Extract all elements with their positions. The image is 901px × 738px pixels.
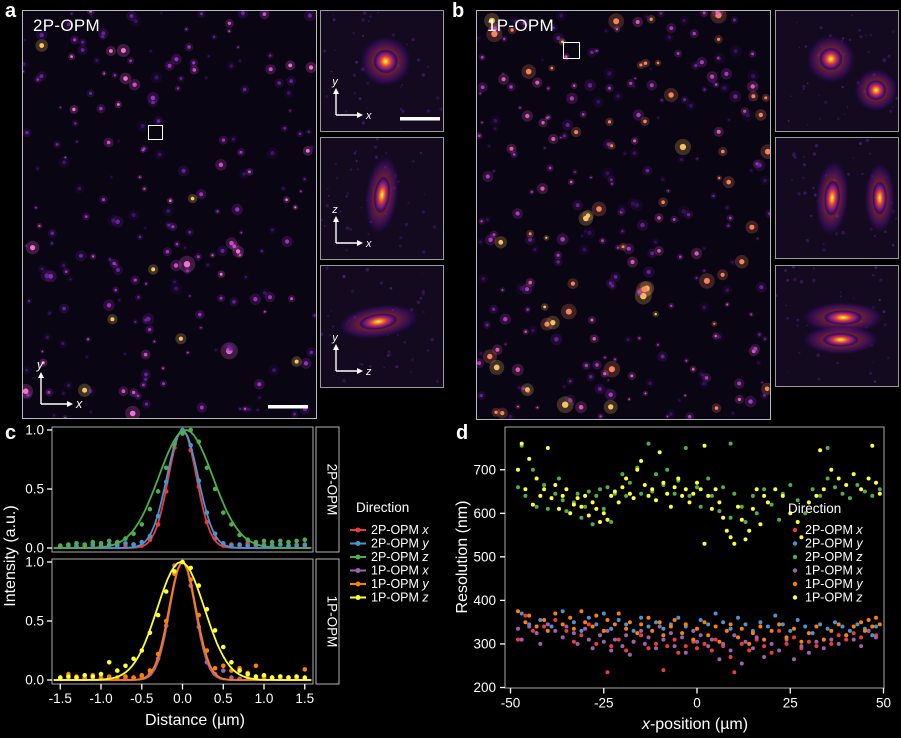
y-tick-label: 400	[473, 593, 496, 608]
y-tick-label: 0.5	[25, 614, 44, 629]
y-tick-label: 1.0	[25, 423, 44, 438]
x-tick-label: 0.0	[173, 691, 192, 706]
y-tick-label: 0.0	[25, 541, 44, 556]
y-tick-label: 500	[473, 549, 496, 564]
x-tick-label: -1.0	[89, 691, 112, 706]
legend-entry-label: 1P-OPM y	[371, 577, 429, 591]
beads-a	[23, 11, 316, 418]
x-tick-label: 25	[783, 696, 798, 711]
facet-label: 1P-OPM	[325, 596, 340, 648]
y-tick-label: 1.0	[25, 555, 44, 570]
panel-a-inset-xz: zx	[320, 137, 444, 260]
y-axis-title: Intensity (a.u.)	[2, 505, 19, 606]
series-1p-opm-y	[54, 560, 312, 680]
y-axis-title: Resolution (nm)	[455, 501, 471, 614]
bead-field-b	[477, 11, 770, 419]
panel-a-roi-box	[148, 125, 163, 140]
x-tick-label: 50	[876, 696, 891, 711]
panel-a-image: yx 2P-OPM	[22, 10, 317, 419]
y-tick-label: 0.5	[25, 482, 44, 497]
x-axis-title: Distance (µm)	[145, 712, 245, 729]
svg-text:x: x	[365, 238, 372, 250]
psf-blob	[802, 325, 879, 354]
x-tick-label: 0	[693, 696, 701, 711]
series-1p-opm-z	[54, 560, 312, 680]
panel-a-inset-xy: yx	[320, 10, 444, 132]
legend-entry-label: 2P-OPM z	[371, 550, 429, 564]
svg-text:y: y	[36, 358, 44, 372]
y-tick-label: 0.0	[25, 673, 44, 688]
psf-blob	[813, 159, 851, 237]
panel-a-letter: a	[5, 1, 16, 21]
legend-entry-label: 2P-OPM z	[805, 550, 863, 564]
panel-d-chart: 200 300 400 500 600 700 -50 -25 0 25 50 x-position …	[455, 420, 901, 738]
panel-b-inset-yz	[775, 265, 899, 387]
panel-a-title: 2P-OPM	[33, 16, 100, 36]
scale-bar	[268, 405, 308, 409]
beads-b	[477, 11, 770, 419]
figure-canvas: a yx 2P-OPM yx zx yz b 1P-OPM c 2P-OPM0.…	[0, 0, 901, 738]
svg-text:x: x	[75, 397, 83, 411]
svg-text:y: y	[331, 76, 339, 88]
panel-a-inset-yz: yz	[320, 265, 444, 388]
panel-b-roi-box	[563, 42, 580, 59]
panel-b-inset-xy	[775, 10, 899, 132]
y-tick-label: 200	[473, 680, 496, 695]
legend-entry-label: 1P-OPM z	[805, 591, 863, 605]
axis-arrows: yx	[331, 76, 372, 122]
x-tick-label: -1.5	[49, 691, 72, 706]
series-2p-opm-y	[54, 428, 312, 549]
series-2p-opm-x	[54, 431, 312, 549]
legend-title: Direction	[788, 501, 841, 516]
svg-text:y: y	[331, 332, 339, 344]
legend: Direction2P-OPM x2P-OPM y2P-OPM z1P-OPM …	[350, 500, 429, 605]
panel-c-chart: 2P-OPM 0.0 0.5 1.0 1P-OPM 0.0 0.5 1.0 -1.5 -1.0 -0…	[0, 420, 455, 738]
psf-blob	[864, 163, 895, 234]
legend-entry-label: 2P-OPM y	[371, 537, 429, 551]
panel-b-inset-xz	[775, 137, 899, 259]
svg-text:x: x	[365, 110, 372, 122]
legend-entry-label: 1P-OPM y	[805, 577, 863, 591]
legend-entry-label: 1P-OPM x	[371, 564, 429, 578]
series-1p-opm-x	[54, 560, 312, 681]
panel-b-letter: b	[452, 1, 464, 21]
plot-box	[52, 427, 313, 552]
legend-entry-label: 2P-OPM x	[805, 523, 863, 537]
legend-title: Direction	[356, 500, 409, 515]
y-tick-label: 600	[473, 506, 496, 521]
axis-arrows: yx	[36, 358, 83, 411]
x-tick-label: -0.5	[130, 691, 153, 706]
psf-blob	[807, 35, 856, 83]
legend-entry-label: 1P-OPM x	[805, 564, 863, 578]
x-tick-label: 1.0	[255, 691, 274, 706]
legend-entry-label: 1P-OPM z	[371, 591, 429, 605]
facet-label: 2P-OPM	[325, 464, 340, 516]
legend-entry-label: 2P-OPM y	[805, 537, 863, 551]
x-tick-label: -50	[501, 696, 521, 711]
y-tick-label: 700	[473, 462, 496, 477]
plot-box	[52, 559, 313, 684]
bead-field-a: yx	[23, 11, 316, 418]
svg-text:z: z	[331, 204, 338, 216]
x-tick-label: 1.5	[295, 691, 314, 706]
legend-entry-label: 2P-OPM x	[371, 523, 429, 537]
scale-bar	[400, 117, 440, 121]
panel-b-title: 1P-OPM	[487, 16, 554, 36]
x-tick-label: 0.5	[214, 691, 233, 706]
psf-blob	[361, 154, 404, 236]
x-axis-title: x-position (µm)	[641, 716, 748, 733]
series-2p-opm-x	[516, 614, 878, 675]
series-2p-opm-z	[54, 428, 312, 548]
x-tick-label: -25	[594, 696, 614, 711]
legend: Direction2P-OPM x2P-OPM y2P-OPM z1P-OPM …	[788, 501, 863, 605]
panel-b-image: 1P-OPM	[476, 10, 771, 420]
svg-text:z: z	[365, 366, 372, 378]
psf-blob	[854, 69, 898, 112]
y-tick-label: 300	[473, 636, 496, 651]
psf-blob	[360, 36, 411, 86]
psf-blob	[335, 300, 421, 344]
